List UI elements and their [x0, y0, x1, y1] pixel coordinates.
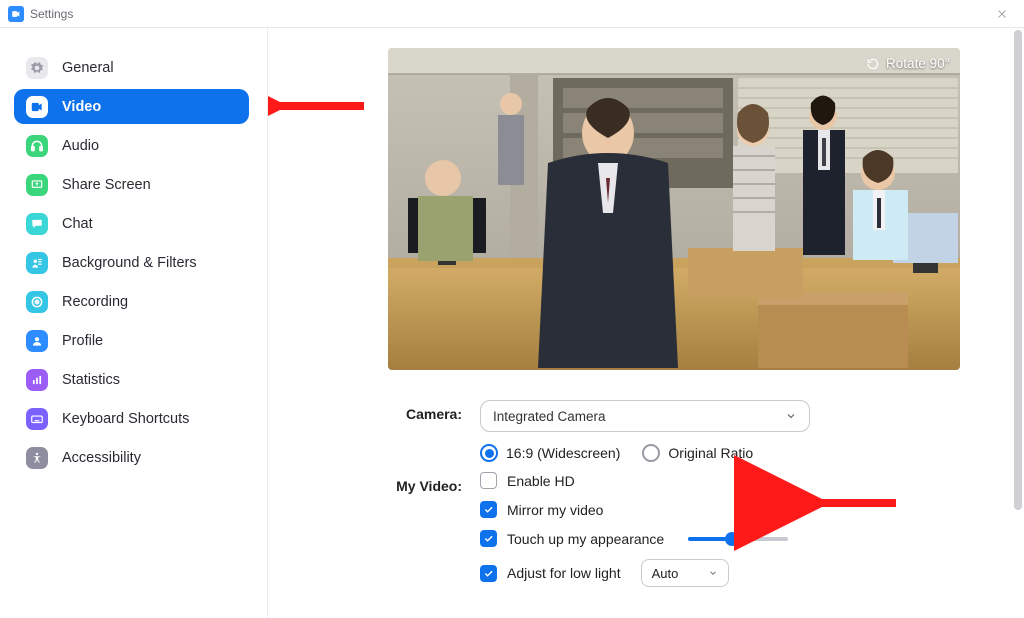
headphones-icon	[26, 135, 48, 157]
sidebar-item-label: Video	[62, 99, 101, 115]
background-icon	[26, 252, 48, 274]
sidebar-item-label: Chat	[62, 216, 93, 232]
aspect-original-label: Original Ratio	[668, 445, 753, 461]
radio-icon	[642, 444, 660, 462]
close-button[interactable]	[988, 0, 1016, 28]
chevron-down-icon	[785, 410, 797, 422]
sidebar-item-accessibility[interactable]: Accessibility	[14, 440, 249, 475]
profile-icon	[26, 330, 48, 352]
radio-icon	[480, 444, 498, 462]
sidebar-item-profile[interactable]: Profile	[14, 323, 249, 358]
scrollbar[interactable]	[1014, 30, 1022, 590]
sidebar-item-recording[interactable]: Recording	[14, 284, 249, 319]
video-icon	[26, 96, 48, 118]
sidebar-item-statistics[interactable]: Statistics	[14, 362, 249, 397]
touch-up-slider[interactable]	[688, 537, 788, 541]
checkbox-icon	[480, 501, 497, 518]
camera-select[interactable]: Integrated Camera	[480, 400, 810, 432]
content-panel: Rotate 90° Camera: Integrated Camera 16:…	[268, 28, 1024, 618]
chat-icon	[26, 213, 48, 235]
my-video-label: My Video:	[388, 472, 480, 494]
sidebar-item-label: Profile	[62, 333, 103, 349]
sidebar-item-label: Accessibility	[62, 450, 141, 466]
keyboard-icon	[26, 408, 48, 430]
aspect-original-radio[interactable]: Original Ratio	[642, 444, 753, 462]
chevron-down-icon	[708, 568, 718, 578]
annotation-arrow-video	[268, 86, 374, 131]
share-screen-icon	[26, 174, 48, 196]
sidebar-item-label: Background & Filters	[62, 255, 197, 271]
scrollbar-thumb[interactable]	[1014, 30, 1022, 510]
low-light-text: Adjust for low light	[507, 565, 621, 581]
statistics-icon	[26, 369, 48, 391]
touch-up-checkbox[interactable]: Touch up my appearance	[480, 530, 994, 547]
sidebar-item-label: Audio	[62, 138, 99, 154]
gear-icon	[26, 57, 48, 79]
preview-image	[388, 48, 960, 370]
sidebar-item-label: Share Screen	[62, 177, 151, 193]
sidebar-item-label: Statistics	[62, 372, 120, 388]
mirror-video-text: Mirror my video	[507, 502, 603, 518]
rotate-button[interactable]: Rotate 90°	[866, 56, 950, 71]
sidebar-item-label: Keyboard Shortcuts	[62, 411, 189, 427]
titlebar: Settings	[0, 0, 1024, 28]
app-icon	[8, 6, 24, 22]
enable-hd-checkbox[interactable]: Enable HD	[480, 472, 994, 489]
sidebar-item-general[interactable]: General	[14, 50, 249, 85]
sidebar-item-share-screen[interactable]: Share Screen	[14, 167, 249, 202]
video-preview: Rotate 90°	[388, 48, 960, 370]
camera-selected: Integrated Camera	[493, 409, 606, 424]
touch-up-text: Touch up my appearance	[507, 531, 664, 547]
sidebar-item-label: Recording	[62, 294, 128, 310]
aspect-wide-radio[interactable]: 16:9 (Widescreen)	[480, 444, 620, 462]
recording-icon	[26, 291, 48, 313]
aspect-wide-label: 16:9 (Widescreen)	[506, 445, 620, 461]
sidebar-item-chat[interactable]: Chat	[14, 206, 249, 241]
sidebar-item-label: General	[62, 60, 114, 76]
camera-label: Camera:	[388, 400, 480, 422]
low-light-checkbox[interactable]: Adjust for low light Auto	[480, 559, 994, 587]
low-light-mode-select[interactable]: Auto	[641, 559, 729, 587]
mirror-video-checkbox[interactable]: Mirror my video	[480, 501, 994, 518]
rotate-label: Rotate 90°	[886, 56, 950, 71]
checkbox-icon	[480, 472, 497, 489]
checkbox-icon	[480, 565, 497, 582]
sidebar-item-background-filters[interactable]: Background & Filters	[14, 245, 249, 280]
accessibility-icon	[26, 447, 48, 469]
sidebar: General Video Audio Share Screen Chat Ba…	[0, 28, 268, 618]
enable-hd-text: Enable HD	[507, 473, 575, 489]
low-light-mode: Auto	[652, 566, 679, 581]
sidebar-item-keyboard-shortcuts[interactable]: Keyboard Shortcuts	[14, 401, 249, 436]
sidebar-item-video[interactable]: Video	[14, 89, 249, 124]
sidebar-item-audio[interactable]: Audio	[14, 128, 249, 163]
window-title: Settings	[30, 7, 73, 21]
checkbox-icon	[480, 530, 497, 547]
